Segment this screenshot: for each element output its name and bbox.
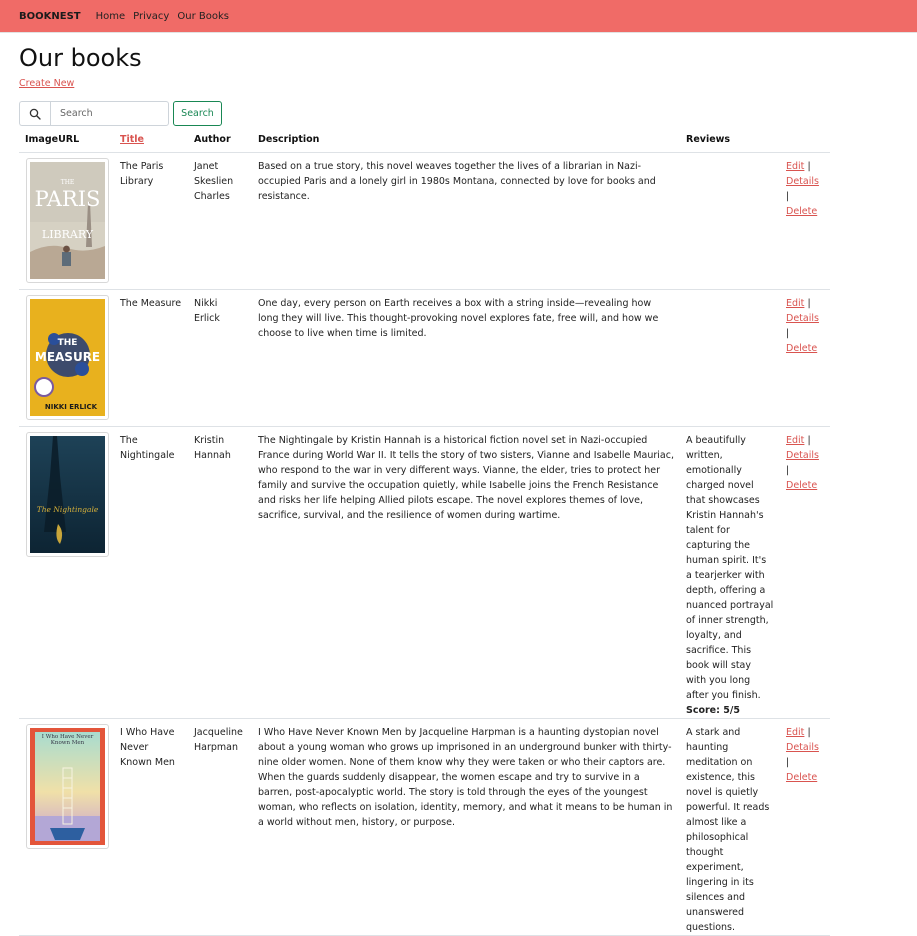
review-text: A stark and haunting meditation on exist… (686, 726, 770, 933)
cell-reviews: A beautifully written, emotionally charg… (680, 426, 780, 719)
cell-actions: Edit | Details | Delete (780, 718, 830, 936)
search-icon (19, 101, 50, 126)
cover-text: LIBRARY (42, 228, 94, 241)
cell-image: THE MEASURE NIKKI ERLICK (19, 289, 114, 427)
nav-link-privacy[interactable]: Privacy (133, 11, 169, 22)
cell-reviews: A stark and haunting meditation on exist… (680, 718, 780, 936)
cell-image: I Who Have Never Known Men (19, 718, 114, 936)
action-separator: | (807, 434, 811, 446)
cell-reviews (680, 289, 780, 427)
cover-text: I Who Have Never Known Men (41, 733, 94, 746)
cover-text: PARIS (35, 187, 101, 211)
action-separator: | (807, 726, 811, 738)
cell-author: Janet Skeslien Charles (188, 152, 252, 290)
action-separator: | (807, 297, 811, 309)
cell-description: One day, every person on Earth receives … (252, 289, 680, 427)
delete-link[interactable]: Delete (786, 480, 817, 491)
book-cover-image: I Who Have Never Known Men (26, 723, 109, 849)
sort-title-link[interactable]: Title (120, 134, 144, 145)
header-actions (780, 127, 830, 153)
cover-i-who-have-never-known-men: I Who Have Never Known Men (30, 727, 105, 845)
book-cover-image: THE PARIS LIBRARY (26, 157, 109, 283)
cell-title: I Who Have Never Known Men (114, 718, 188, 936)
details-link[interactable]: Details (786, 313, 819, 324)
review-score: Score: 5/5 (686, 704, 740, 716)
edit-link[interactable]: Edit (786, 435, 804, 446)
header-author: Author (188, 127, 252, 153)
cell-title: The Paris Library (114, 152, 188, 290)
table-row: I Who Have Never Known Men I Who Have Ne… (19, 718, 830, 936)
cell-author: Kristin Hannah (188, 426, 252, 719)
header-imageurl: ImageURL (19, 127, 114, 153)
table-row: THE PARIS LIBRARY The Paris Library Jane… (19, 152, 830, 290)
search-button[interactable]: Search (173, 101, 222, 126)
header-description: Description (252, 127, 680, 153)
books-table-container: ImageURL Title Author Description Review… (19, 127, 830, 936)
details-link[interactable]: Details (786, 742, 819, 753)
cover-text: THE (61, 179, 75, 186)
book-cover-image: THE MEASURE NIKKI ERLICK (26, 294, 109, 420)
brand-logo[interactable]: BOOKNEST (19, 11, 81, 22)
details-link[interactable]: Details (786, 176, 819, 187)
cell-actions: Edit | Details | Delete (780, 152, 830, 290)
page-title: Our books (19, 44, 142, 72)
cell-image: The Nightingale (19, 426, 114, 719)
action-separator: | (786, 756, 790, 768)
table-header-row: ImageURL Title Author Description Review… (19, 127, 830, 153)
action-separator: | (786, 464, 790, 476)
table-row: The Nightingale The Nightingale Kristin … (19, 426, 830, 719)
cover-text: NIKKI ERLICK (45, 403, 98, 411)
cell-actions: Edit | Details | Delete (780, 426, 830, 719)
cover-text: THE (58, 338, 78, 348)
cover-text: MEASURE (35, 350, 100, 364)
action-separator: | (786, 190, 790, 202)
cell-reviews (680, 152, 780, 290)
create-new-link[interactable]: Create New (19, 78, 74, 89)
cover-paris-library: THE PARIS LIBRARY (30, 161, 105, 279)
action-separator: | (807, 160, 811, 172)
cell-image: THE PARIS LIBRARY (19, 152, 114, 290)
search-input[interactable] (50, 101, 169, 126)
book-cover-image: The Nightingale (26, 431, 109, 557)
header-title: Title (114, 127, 188, 153)
delete-link[interactable]: Delete (786, 343, 817, 354)
action-separator: | (786, 327, 790, 339)
nav-link-our-books[interactable]: Our Books (177, 11, 229, 22)
cell-description: Based on a true story, this novel weaves… (252, 152, 680, 290)
edit-link[interactable]: Edit (786, 727, 804, 738)
cell-description: I Who Have Never Known Men by Jacqueline… (252, 718, 680, 936)
delete-link[interactable]: Delete (786, 206, 817, 217)
cover-text: The Nightingale (37, 505, 99, 514)
search-form: Search (19, 101, 222, 126)
cell-author: Nikki Erlick (188, 289, 252, 427)
cell-description: The Nightingale by Kristin Hannah is a h… (252, 426, 680, 719)
cell-author: Jacqueline Harpman (188, 718, 252, 936)
review-text: A beautifully written, emotionally charg… (686, 434, 774, 701)
header-reviews: Reviews (680, 127, 780, 153)
table-row: THE MEASURE NIKKI ERLICK The Measure Nik… (19, 289, 830, 427)
cover-the-measure: THE MEASURE NIKKI ERLICK (30, 298, 105, 416)
details-link[interactable]: Details (786, 450, 819, 461)
delete-link[interactable]: Delete (786, 772, 817, 783)
navbar: BOOKNEST Home Privacy Our Books (0, 0, 917, 33)
cell-actions: Edit | Details | Delete (780, 289, 830, 427)
cell-title: The Nightingale (114, 426, 188, 719)
cell-title: The Measure (114, 289, 188, 427)
nav-link-home[interactable]: Home (96, 11, 126, 22)
cover-the-nightingale: The Nightingale (30, 435, 105, 553)
books-table: ImageURL Title Author Description Review… (19, 127, 830, 936)
edit-link[interactable]: Edit (786, 298, 804, 309)
edit-link[interactable]: Edit (786, 161, 804, 172)
